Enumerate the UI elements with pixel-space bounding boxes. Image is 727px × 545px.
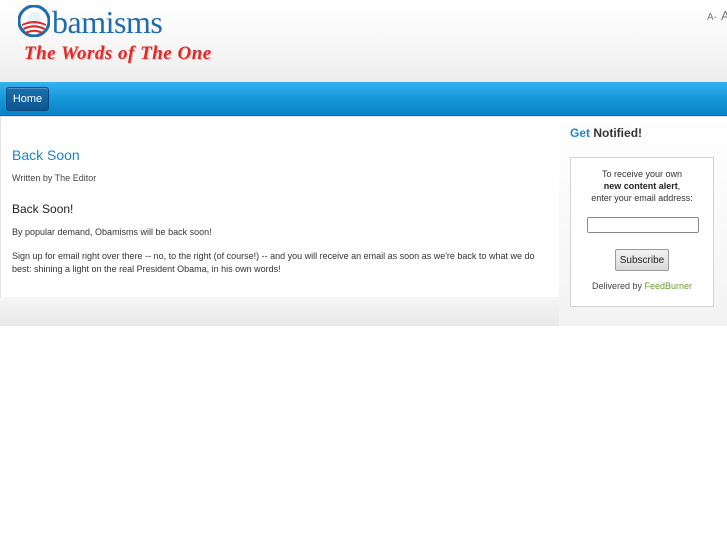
- signup-highlight: new content alert: [603, 181, 678, 191]
- site-tagline: The Words of The One: [24, 43, 212, 64]
- sidebar-title: Get Notified!: [570, 126, 642, 140]
- article-heading: Back Soon!: [12, 202, 74, 216]
- article-title[interactable]: Back Soon: [12, 147, 80, 163]
- subscribe-button[interactable]: Subscribe: [615, 249, 669, 271]
- email-signup-box: To receive your own new content alert, e…: [570, 157, 714, 307]
- signup-line: To receive your own: [601, 169, 683, 179]
- sidebar-title-rest: Notified!: [593, 126, 643, 140]
- delivered-by-label: Delivered by: [591, 281, 642, 291]
- email-input[interactable]: [587, 217, 699, 233]
- content-area: Back Soon Written by The Editor Back Soo…: [0, 116, 727, 326]
- site-logo[interactable]: bamisms The Words of The One: [18, 3, 258, 75]
- signup-instructions: To receive your own new content alert, e…: [591, 169, 693, 203]
- article-author: Written by The Editor: [12, 173, 97, 183]
- site-header: bamisms The Words of The One A- A: [0, 0, 727, 83]
- article-paragraph: Sign up for email right over there -- no…: [12, 251, 535, 274]
- sidebar-title-accent: Get: [570, 126, 591, 140]
- nav-item-home[interactable]: Home: [6, 87, 49, 111]
- decrease-font-button[interactable]: A-: [707, 12, 717, 23]
- feedburner-link[interactable]: FeedBurner: [645, 281, 693, 291]
- signup-line: enter your email address:: [591, 193, 693, 203]
- obama-logo-icon: [18, 5, 50, 37]
- delivered-by: Delivered by FeedBurner: [571, 281, 713, 291]
- main-navigation: Home: [0, 82, 727, 116]
- article-paragraph: By popular demand, Obamisms will be back…: [12, 227, 212, 237]
- sidebar: Get Notified! To receive your own new co…: [559, 117, 727, 326]
- logo-wordmark: bamisms: [52, 4, 163, 40]
- main-column: Back Soon Written by The Editor Back Soo…: [0, 117, 560, 297]
- increase-font-button[interactable]: A: [721, 8, 727, 23]
- main-column-footer: [0, 297, 560, 326]
- font-size-tools: A- A: [707, 8, 727, 23]
